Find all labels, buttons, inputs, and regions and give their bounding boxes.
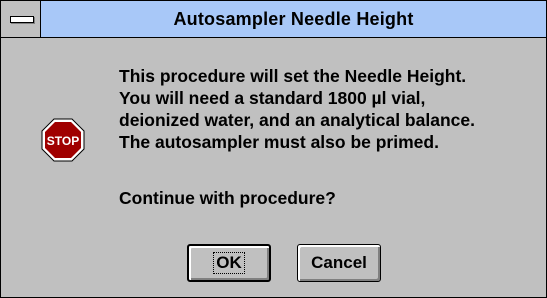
message-text: This procedure will set the Needle Heigh… xyxy=(119,65,539,153)
dialog-window: Autosampler Needle Height STOP This proc… xyxy=(0,0,547,298)
message-line: You will need a standard 1800 µl vial, xyxy=(119,88,426,108)
cancel-button[interactable]: Cancel xyxy=(297,244,381,282)
stop-icon-label: STOP xyxy=(47,134,79,148)
message-line: deionized water, and an analytical balan… xyxy=(119,110,475,130)
system-menu-button[interactable] xyxy=(1,1,41,37)
window-title: Autosampler Needle Height xyxy=(173,9,414,29)
message-line: The autosampler must also be primed. xyxy=(119,132,439,152)
confirmation-question: Continue with procedure? xyxy=(119,188,336,208)
system-menu-icon xyxy=(10,16,34,23)
stop-icon: STOP xyxy=(41,118,85,162)
ok-button[interactable]: OK xyxy=(187,244,271,282)
message-line: This procedure will set the Needle Heigh… xyxy=(119,66,467,86)
ok-button-label: OK xyxy=(213,252,245,274)
title-bar[interactable]: Autosampler Needle Height xyxy=(1,1,546,38)
